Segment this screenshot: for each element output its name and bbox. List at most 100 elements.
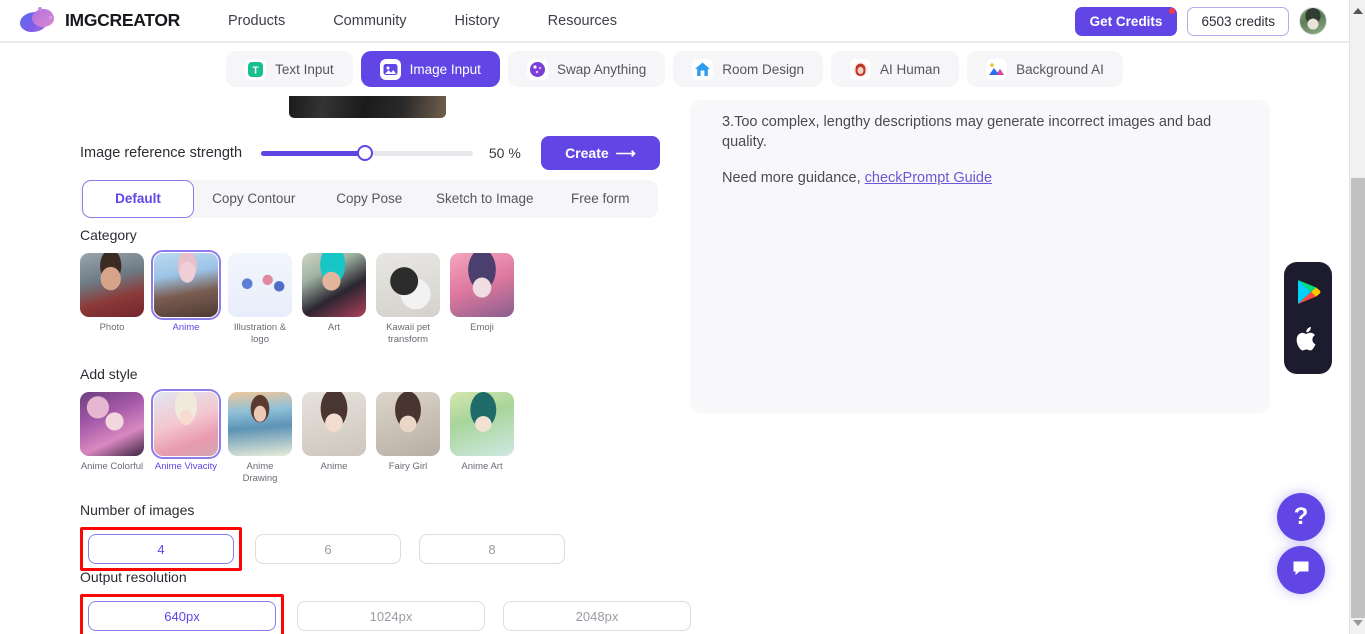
page-scrollbar[interactable] [1349,0,1365,634]
nav-link-history[interactable]: History [455,13,500,29]
output-resolution-option-640px[interactable]: 640px [88,601,276,631]
room-design-icon [692,58,714,80]
number-of-images-section: Number of images 4 6 8 [80,502,660,571]
nav-link-resources[interactable]: Resources [548,13,617,29]
category-thumb-emoji[interactable] [450,253,514,317]
tab-text-input[interactable]: T Text Input [226,51,353,87]
tab-text-input-label: Text Input [275,61,334,77]
add-style-thumb-row: Anime Colorful Anime Vivacity Anime Draw… [80,389,660,485]
category-item-photo[interactable]: Photo [80,253,144,346]
category-item-emoji[interactable]: Emoji [450,253,514,346]
credit-balance-pill[interactable]: 6503 credits [1187,6,1289,36]
output-resolution-options: 640px 1024px 2048px [80,594,691,634]
style-item-anime-vivacity[interactable]: Anime Vivacity [151,389,221,485]
category-thumb-kawaii-pet-transform[interactable] [376,253,440,317]
category-section: Category Photo Anime Illustration & logo… [80,227,660,346]
ai-human-icon [850,58,872,80]
tab-background-ai[interactable]: Background AI [967,51,1123,87]
category-thumb-photo[interactable] [80,253,144,317]
tab-image-input[interactable]: Image Input [360,51,500,87]
style-item-anime-colorful[interactable]: Anime Colorful [80,392,144,485]
help-button[interactable]: ? [1277,493,1325,541]
style-label-anime-drawing: Anime Drawing [242,461,278,484]
output-resolution-option-1024px[interactable]: 1024px [297,601,485,631]
category-label-photo: Photo [99,322,125,333]
subtab-sketch-to-image[interactable]: Sketch to Image [427,180,543,218]
tab-swap-anything[interactable]: Swap Anything [507,51,666,87]
tab-swap-anything-label: Swap Anything [556,61,647,77]
scroll-up-arrow-icon[interactable] [1353,8,1363,14]
apple-icon[interactable] [1296,325,1320,358]
subtab-default[interactable]: Default [82,180,194,218]
nav-right-cluster: Get Credits 6503 credits [1074,0,1327,42]
subtab-copy-pose[interactable]: Copy Pose [312,180,428,218]
output-resolution-title: Output resolution [80,569,187,585]
style-label-anime-art: Anime Art [461,461,503,472]
style-item-anime-art[interactable]: Anime Art [450,392,514,485]
google-play-icon[interactable] [1295,278,1321,311]
tab-ai-human[interactable]: AI Human [831,51,960,87]
reference-image-preview[interactable] [289,96,446,118]
user-avatar[interactable] [1299,7,1327,35]
style-thumb-anime-vivacity[interactable] [151,389,221,459]
scroll-down-arrow-icon[interactable] [1353,620,1363,626]
category-item-kawaii-pet-transform[interactable]: Kawaii pet transform [376,253,440,346]
get-credits-label: Get Credits [1089,13,1163,29]
nav-link-products[interactable]: Products [228,13,285,29]
app-store-dock [1284,262,1332,374]
style-thumb-anime[interactable] [302,392,366,456]
chat-bubble-icon [1290,557,1312,584]
get-credits-button[interactable]: Get Credits [1074,6,1178,36]
slider-knob[interactable] [357,145,374,161]
tab-room-design-label: Room Design [722,61,805,77]
style-thumb-anime-drawing[interactable] [228,392,292,456]
category-label-illustration-logo: Illustration & logo [233,322,287,345]
image-input-icon [379,58,401,80]
number-of-images-option-6[interactable]: 6 [255,534,401,564]
top-navigation-bar: IMGCREATOR Products Community History Re… [0,0,1349,42]
imgcreator-app: IMGCREATOR Products Community History Re… [0,0,1365,634]
image-reference-strength-row: Image reference strength 50 % Create ⟶ [80,134,660,172]
category-thumb-anime[interactable] [151,250,221,320]
guidance-need-more-row: Need more guidance, checkPrompt Guide [690,152,1270,186]
category-item-illustration-logo[interactable]: Illustration & logo [228,253,292,346]
create-button[interactable]: Create ⟶ [540,136,660,170]
category-item-art[interactable]: Art [302,253,366,346]
subtab-free-form[interactable]: Free form [543,180,659,218]
category-thumb-illustration-logo[interactable] [228,253,292,317]
category-title: Category [80,227,137,243]
category-label-emoji: Emoji [470,322,494,333]
nav-link-community[interactable]: Community [333,13,406,29]
style-item-fairy-girl[interactable]: Fairy Girl [376,392,440,485]
style-label-anime-vivacity: Anime Vivacity [154,461,218,472]
notification-dot-icon [1169,7,1176,14]
highlight-box-output-resolution: 640px [80,594,284,634]
output-resolution-option-2048px[interactable]: 2048px [503,601,691,631]
arrow-right-icon: ⟶ [615,144,636,161]
style-item-anime[interactable]: Anime [302,392,366,485]
strength-slider[interactable] [261,145,474,161]
prompt-guide-link[interactable]: checkPrompt Guide [865,170,992,186]
slider-fill [261,150,366,156]
style-item-anime-drawing[interactable]: Anime Drawing [228,392,292,485]
number-of-images-option-4[interactable]: 4 [88,534,234,564]
scrollbar-thumb[interactable] [1351,178,1365,618]
style-label-anime-colorful: Anime Colorful [80,461,144,472]
guidance-need-more-text: Need more guidance, [722,170,865,186]
category-item-anime[interactable]: Anime [151,250,221,346]
category-thumb-row: Photo Anime Illustration & logo Art Kawa… [80,250,660,346]
tab-room-design[interactable]: Room Design [673,51,824,87]
category-thumb-art[interactable] [302,253,366,317]
highlight-box-number-of-images: 4 [80,527,242,571]
swap-anything-icon [526,58,548,80]
number-of-images-options: 4 6 8 [80,527,660,571]
style-thumb-anime-art[interactable] [450,392,514,456]
text-input-icon: T [245,58,267,80]
subtab-copy-contour[interactable]: Copy Contour [196,180,312,218]
number-of-images-option-8[interactable]: 8 [419,534,565,564]
category-label-kawaii-pet-transform: Kawaii pet transform [386,322,430,345]
style-thumb-fairy-girl[interactable] [376,392,440,456]
style-thumb-anime-colorful[interactable] [80,392,144,456]
brand-logo[interactable]: IMGCREATOR [18,6,180,35]
chat-button[interactable] [1277,546,1325,594]
